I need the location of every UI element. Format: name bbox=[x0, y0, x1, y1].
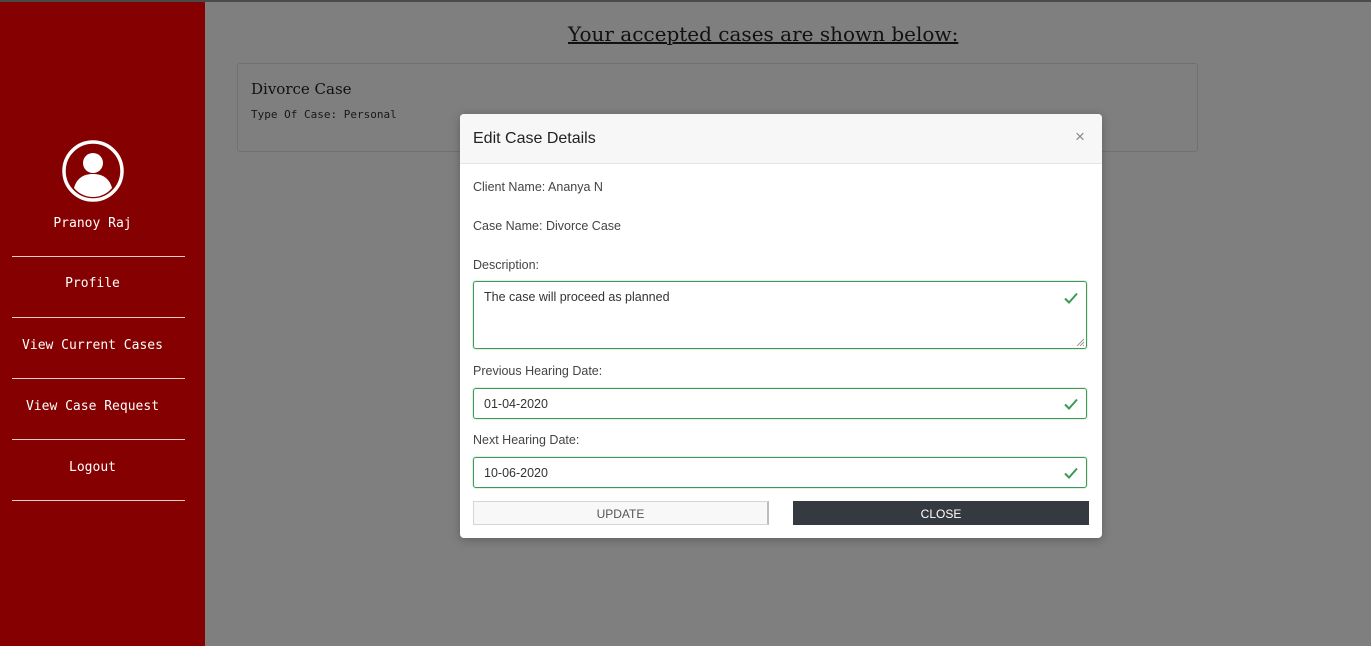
case-name: Case Name: Divorce Case bbox=[473, 219, 621, 233]
previous-hearing-label: Previous Hearing Date: bbox=[473, 364, 603, 378]
previous-hearing-value: 01-04-2020 bbox=[484, 397, 548, 411]
previous-hearing-date-input[interactable]: 01-04-2020 bbox=[473, 388, 1087, 419]
check-icon bbox=[1064, 398, 1078, 410]
edit-case-modal: Edit Case Details × Client Name: Ananya … bbox=[460, 114, 1102, 538]
sidebar: Pranoy Raj Profile View Current Cases Vi… bbox=[0, 0, 205, 646]
update-button[interactable]: UPDATE bbox=[473, 501, 769, 525]
check-icon bbox=[1064, 467, 1078, 479]
user-avatar-icon bbox=[61, 139, 125, 203]
sidebar-divider bbox=[12, 500, 185, 501]
close-button[interactable]: CLOSE bbox=[793, 501, 1089, 525]
sidebar-item-logout[interactable]: Logout bbox=[0, 448, 185, 488]
next-hearing-value: 10-06-2020 bbox=[484, 466, 548, 480]
sidebar-divider bbox=[12, 317, 185, 318]
sidebar-divider bbox=[12, 378, 185, 379]
client-name: Client Name: Ananya N bbox=[473, 180, 603, 194]
modal-header: Edit Case Details × bbox=[460, 114, 1102, 164]
check-icon bbox=[1064, 292, 1078, 304]
description-textarea[interactable]: The case will proceed as planned bbox=[473, 281, 1087, 349]
description-label: Description: bbox=[473, 258, 539, 272]
sidebar-item-view-case-request[interactable]: View Case Request bbox=[0, 387, 185, 427]
sidebar-divider bbox=[12, 256, 185, 257]
next-hearing-date-input[interactable]: 10-06-2020 bbox=[473, 457, 1087, 488]
sidebar-item-view-current-cases[interactable]: View Current Cases bbox=[0, 326, 185, 366]
window-top-border bbox=[0, 0, 1371, 2]
description-value: The case will proceed as planned bbox=[484, 290, 670, 304]
sidebar-item-profile[interactable]: Profile bbox=[0, 264, 185, 304]
close-icon[interactable]: × bbox=[1071, 127, 1089, 147]
modal-title: Edit Case Details bbox=[473, 130, 596, 147]
resize-grip-icon[interactable] bbox=[1076, 338, 1084, 346]
user-name: Pranoy Raj bbox=[53, 216, 132, 231]
next-hearing-label: Next Hearing Date: bbox=[473, 433, 580, 447]
sidebar-divider bbox=[12, 439, 185, 440]
